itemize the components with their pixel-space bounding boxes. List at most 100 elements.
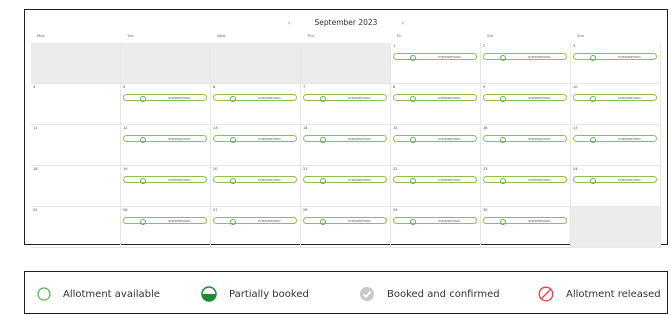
next-month-button[interactable]: › — [396, 20, 410, 27]
legend-label: Partially booked — [229, 288, 309, 300]
legend-item-available: Allotment available — [37, 287, 160, 301]
allotment-pill[interactable]: SYDSNQF0001 — [213, 217, 297, 225]
allotment-pill[interactable]: SYDSNQF0001 — [213, 135, 297, 143]
allotment-pill[interactable]: SYDSNQF0001 — [483, 135, 567, 143]
booking-code: SYDSNQF0001 — [527, 96, 551, 101]
allotment-pill[interactable]: SYDSNQF0001 — [483, 176, 567, 184]
calendar-day-cell[interactable]: 23 SYDSNQF0001 — [481, 166, 571, 207]
allotment-pill[interactable]: SYDSNQF0001 — [393, 217, 477, 225]
day-number: 9 — [483, 85, 486, 89]
day-number: 30 — [483, 208, 488, 212]
calendar-day-cell[interactable]: 19 SYDSNQF0001 — [121, 166, 211, 207]
booking-code: SYDSNQF0001 — [437, 96, 461, 101]
allotment-pill[interactable]: SYDSNQF0001 — [393, 94, 477, 102]
calendar-day-cell[interactable]: 2 SYDSNQF0001 — [481, 43, 571, 84]
booking-code: SYDSNQF0001 — [437, 55, 461, 60]
day-number: 2 — [483, 44, 486, 48]
booking-code: SYDSNQF0001 — [527, 55, 551, 60]
booking-code: SYDSNQF0001 — [167, 137, 191, 142]
available-icon — [320, 177, 326, 184]
allotment-pill[interactable]: SYDSNQF0001 — [123, 217, 207, 225]
booking-code: SYDSNQF0001 — [347, 219, 371, 224]
calendar-day-cell[interactable]: 28 SYDSNQF0001 — [301, 207, 391, 248]
allotment-pill[interactable]: SYDSNQF0001 — [303, 94, 387, 102]
available-icon — [500, 54, 506, 61]
calendar-day-cell[interactable]: 13 SYDSNQF0001 — [211, 125, 301, 166]
booking-code: SYDSNQF0001 — [257, 178, 281, 183]
available-icon — [500, 177, 506, 184]
day-number: 21 — [303, 167, 308, 171]
calendar-day-cell[interactable]: 20 SYDSNQF0001 — [211, 166, 301, 207]
allotment-pill[interactable]: SYDSNQF0001 — [393, 176, 477, 184]
available-icon — [590, 95, 596, 102]
allotment-pill[interactable]: SYDSNQF0001 — [483, 53, 567, 61]
calendar-day-cell[interactable]: 18 — [31, 166, 121, 207]
day-number: 6 — [213, 85, 216, 89]
calendar-day-cell[interactable]: 11 — [31, 125, 121, 166]
allotment-pill[interactable]: SYDSNQF0001 — [213, 94, 297, 102]
dow-wed: Wed — [217, 33, 226, 38]
day-number: 15 — [393, 126, 398, 130]
dow-tue: Tue — [127, 33, 134, 38]
day-number: 8 — [393, 85, 396, 89]
calendar-day-cell[interactable]: 24 SYDSNQF0001 — [571, 166, 661, 207]
booking-code: SYDSNQF0001 — [617, 137, 641, 142]
calendar-day-cell[interactable]: 7 SYDSNQF0001 — [301, 84, 391, 125]
calendar-day-cell[interactable]: 30 SYDSNQF0001 — [481, 207, 571, 248]
calendar-day-cell[interactable]: 10 SYDSNQF0001 — [571, 84, 661, 125]
calendar-cell-empty — [301, 43, 391, 84]
calendar-day-cell[interactable]: 25 — [31, 207, 121, 248]
allotment-pill[interactable]: SYDSNQF0001 — [303, 217, 387, 225]
allotment-pill[interactable]: SYDSNQF0001 — [393, 135, 477, 143]
calendar-day-cell[interactable]: 27 SYDSNQF0001 — [211, 207, 301, 248]
available-icon — [590, 54, 596, 61]
calendar-cell-empty — [211, 43, 301, 84]
day-number: 7 — [303, 85, 306, 89]
calendar-day-cell[interactable]: 14 SYDSNQF0001 — [301, 125, 391, 166]
allotment-pill[interactable]: SYDSNQF0001 — [123, 94, 207, 102]
calendar-day-cell[interactable]: 5 SYDSNQF0001 — [121, 84, 211, 125]
allotment-pill[interactable]: SYDSNQF0001 — [123, 176, 207, 184]
allotment-pill[interactable]: SYDSNQF0001 — [573, 176, 657, 184]
calendar-day-cell[interactable]: 16 SYDSNQF0001 — [481, 125, 571, 166]
allotment-pill[interactable]: SYDSNQF0001 — [483, 217, 567, 225]
allotment-pill[interactable]: SYDSNQF0001 — [213, 176, 297, 184]
allotment-pill[interactable]: SYDSNQF0001 — [573, 53, 657, 61]
calendar-day-cell[interactable]: 3 SYDSNQF0001 — [571, 43, 661, 84]
prev-month-button[interactable]: ‹ — [282, 20, 296, 27]
calendar-day-cell[interactable]: 15 SYDSNQF0001 — [391, 125, 481, 166]
calendar-cell-empty — [121, 43, 211, 84]
available-icon — [230, 218, 236, 225]
calendar-day-cell[interactable]: 8 SYDSNQF0001 — [391, 84, 481, 125]
allotment-pill[interactable]: SYDSNQF0001 — [123, 135, 207, 143]
legend-label: Allotment available — [63, 288, 160, 300]
calendar-day-cell[interactable]: 9 SYDSNQF0001 — [481, 84, 571, 125]
calendar-day-cell[interactable]: 17 SYDSNQF0001 — [571, 125, 661, 166]
allotment-pill[interactable]: SYDSNQF0001 — [303, 176, 387, 184]
allotment-pill[interactable]: SYDSNQF0001 — [573, 135, 657, 143]
calendar-day-cell[interactable]: 29 SYDSNQF0001 — [391, 207, 481, 248]
confirmed-icon — [360, 287, 374, 301]
calendar-day-cell[interactable]: 6 SYDSNQF0001 — [211, 84, 301, 125]
allotment-pill[interactable]: SYDSNQF0001 — [483, 94, 567, 102]
available-icon — [590, 136, 596, 143]
allotment-pill[interactable]: SYDSNQF0001 — [393, 53, 477, 61]
available-icon — [590, 177, 596, 184]
calendar-day-cell[interactable]: 26 SYDSNQF0001 — [121, 207, 211, 248]
calendar-day-cell[interactable]: 12 SYDSNQF0001 — [121, 125, 211, 166]
allotment-pill[interactable]: SYDSNQF0001 — [573, 94, 657, 102]
day-number: 17 — [573, 126, 578, 130]
calendar-cell-empty — [31, 43, 121, 84]
booking-code: SYDSNQF0001 — [437, 219, 461, 224]
booking-code: SYDSNQF0001 — [257, 96, 281, 101]
legend: Allotment available Partially booked Boo… — [24, 271, 668, 314]
calendar-day-cell[interactable]: 21 SYDSNQF0001 — [301, 166, 391, 207]
allotment-pill[interactable]: SYDSNQF0001 — [303, 135, 387, 143]
calendar-day-cell[interactable]: 1 SYDSNQF0001 — [391, 43, 481, 84]
calendar-day-cell[interactable]: 4 — [31, 84, 121, 125]
partial-icon — [201, 286, 217, 302]
booking-code: SYDSNQF0001 — [617, 178, 641, 183]
calendar-day-cell[interactable]: 22 SYDSNQF0001 — [391, 166, 481, 207]
legend-label: Booked and confirmed — [387, 288, 500, 300]
legend-label: Allotment released — [566, 288, 661, 300]
